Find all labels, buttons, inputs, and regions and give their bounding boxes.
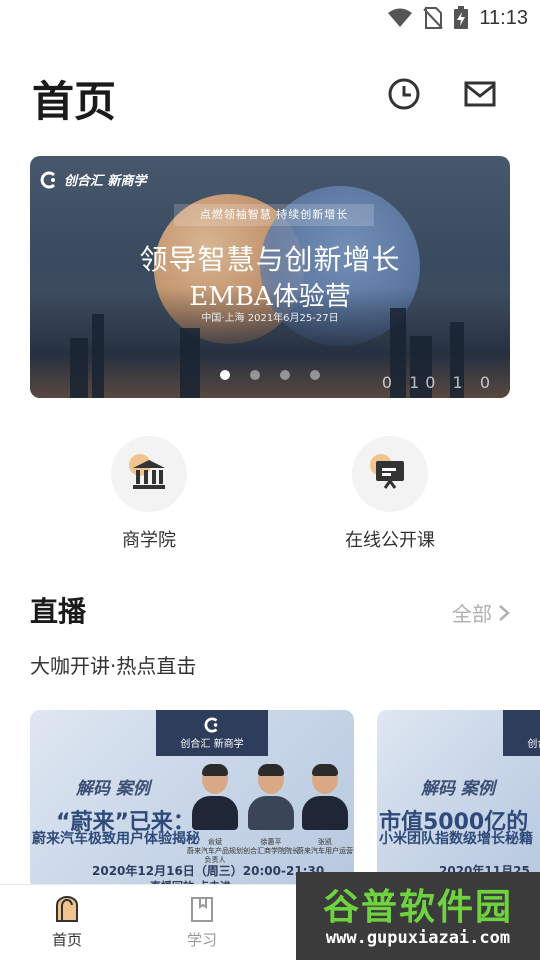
banner-title-line1: 领导智慧与创新增长 — [139, 243, 401, 276]
card-brand-text: 创合汇 新商学 — [180, 738, 244, 750]
live-section-subtitle: 大咖开讲·热点直击 — [30, 654, 197, 678]
chevron-right-icon — [499, 604, 510, 621]
carousel-dot[interactable] — [310, 370, 320, 380]
nav-tab-label: 学习 — [186, 931, 217, 949]
card-kicker: 解码 案例 — [421, 779, 495, 799]
see-all-label: 全部 — [452, 602, 492, 626]
category-online-course[interactable]: 在线公开课 — [315, 436, 465, 552]
presentation-icon — [376, 461, 404, 489]
category-icon-circle — [111, 436, 187, 512]
card-subtitle: 小米团队指数级增长秘籍 — [379, 831, 533, 847]
no-sim-icon — [423, 7, 444, 29]
card-kicker: 解码 案例 — [76, 779, 150, 799]
speaker: 俞斌 蔚来汽车产品规划负责人 — [187, 764, 243, 864]
live-section-title: 直播 — [30, 595, 87, 628]
carousel-dot[interactable] — [250, 370, 260, 380]
nav-tab-study[interactable]: 学习 — [162, 895, 242, 950]
mail-icon — [464, 81, 496, 107]
history-button[interactable] — [386, 76, 422, 112]
nav-tab-label: 首页 — [51, 931, 82, 949]
page-title: 首页 — [32, 77, 117, 126]
site-watermark: 谷普软件园 www.gupuxiazai.com — [296, 872, 540, 960]
speaker: 张凯 蔚来汽车用户运营 — [297, 764, 353, 855]
status-time: 11:13 — [479, 6, 528, 29]
banner-brand-text: 创合汇 新商学 — [64, 174, 147, 189]
banner-title-line2: EMBA体验营 — [189, 282, 351, 312]
see-all-button[interactable]: 全部 — [452, 598, 510, 627]
card-brand: 创合汇 新商学 — [156, 710, 268, 756]
speaker-name: 徐惠平 — [260, 838, 282, 846]
status-bar: 11:13 — [0, 0, 540, 38]
category-business-school[interactable]: 商学院 — [74, 436, 224, 552]
banner-brand-logo: 创合汇 新商学 — [40, 170, 147, 189]
study-icon — [191, 897, 213, 922]
watermark-url: www.gupuxiazai.com — [325, 928, 511, 948]
carousel-dots — [30, 370, 510, 380]
card-brand: 创合汇 新商学 — [503, 710, 540, 756]
brand-c-icon — [204, 717, 218, 732]
card-brand-text: 创合汇 新商学 — [527, 738, 540, 750]
speaker-name: 张凯 — [318, 838, 332, 846]
carousel-dot[interactable] — [280, 370, 290, 380]
card-date: 2020年12月16日（周三）20:00-21:30 — [92, 864, 325, 878]
clock-icon — [388, 78, 420, 110]
home-book-icon — [56, 896, 78, 922]
live-card[interactable]: 创合汇 新商学 解码 案例 “蔚来”已来： 蔚来汽车极致用户体验揭秘 俞斌 蔚来汽… — [30, 710, 354, 890]
speaker: 徐惠平 创合汇商学院院长 — [243, 764, 299, 855]
carousel-dot[interactable] — [220, 370, 230, 380]
speaker-desc: 蔚来汽车用户运营 — [297, 847, 353, 855]
nav-tab-home[interactable]: 首页 — [27, 895, 107, 950]
category-label: 在线公开课 — [345, 530, 435, 551]
watermark-title: 谷普软件园 — [322, 887, 513, 928]
category-label: 商学院 — [122, 530, 176, 551]
category-icon-circle — [352, 436, 428, 512]
banner-tagline: 点燃领袖智慧 持续创新增长 — [174, 204, 374, 226]
promo-banner[interactable]: 创合汇 新商学 点燃领袖智慧 持续创新增长 领导智慧与创新增长 EMBA体验营 … — [30, 156, 510, 398]
brand-c-icon — [40, 171, 56, 188]
bank-icon — [133, 460, 165, 489]
banner-meta: 中国·上海 2021年6月25-27日 — [201, 313, 339, 324]
messages-button[interactable] — [462, 76, 498, 112]
speaker-name: 俞斌 — [208, 838, 222, 846]
wifi-icon — [388, 8, 413, 27]
battery-charging-icon — [454, 6, 469, 29]
card-subtitle: 蔚来汽车极致用户体验揭秘 — [32, 831, 200, 847]
speaker-desc: 创合汇商学院院长 — [243, 847, 299, 855]
live-card[interactable]: 创合汇 新商学 解码 案例 市值5000亿的 小米团队指数级增长秘籍 2020年… — [377, 710, 540, 890]
